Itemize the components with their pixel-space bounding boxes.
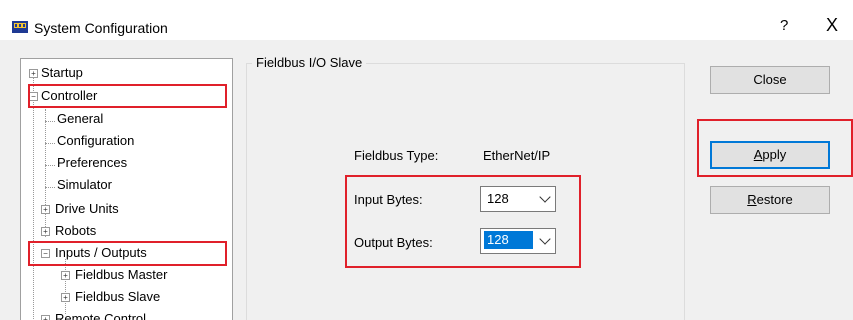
expand-plus-icon[interactable]: + xyxy=(61,293,70,302)
group-title: Fieldbus I/O Slave xyxy=(252,55,367,70)
highlight-byte-settings xyxy=(345,175,581,268)
tree-item-fieldbus-master[interactable]: Fieldbus Master xyxy=(75,265,167,285)
tree-line xyxy=(45,109,46,237)
tree-line xyxy=(65,259,66,314)
fieldbus-type-value: EtherNet/IP xyxy=(483,148,551,163)
help-button[interactable]: ? xyxy=(780,17,788,34)
close-button[interactable]: Close xyxy=(710,66,830,94)
restore-mnemonic: R xyxy=(747,192,757,207)
fieldbus-type-label: Fieldbus Type: xyxy=(354,148,439,163)
tree-item-robots[interactable]: Robots xyxy=(55,221,96,241)
tree-line xyxy=(45,143,55,144)
restore-button[interactable]: Restore xyxy=(710,186,830,214)
tree-item-startup[interactable]: Startup xyxy=(41,63,83,83)
title-bar: System Configuration ? X xyxy=(0,0,853,40)
tree-item-general[interactable]: General xyxy=(57,109,103,129)
tree-line xyxy=(33,73,34,320)
expand-plus-icon[interactable]: + xyxy=(41,205,50,214)
tree-line xyxy=(45,121,55,122)
tree-line xyxy=(45,165,55,166)
tree-item-configuration[interactable]: Configuration xyxy=(57,131,134,151)
tree-item-simulator[interactable]: Simulator xyxy=(57,175,112,195)
tree-item-preferences[interactable]: Preferences xyxy=(57,153,127,173)
app-icon xyxy=(12,21,28,33)
window-title: System Configuration xyxy=(34,20,168,36)
expand-plus-icon[interactable]: + xyxy=(29,69,38,78)
expand-plus-icon[interactable]: + xyxy=(41,227,50,236)
close-window-button[interactable]: X xyxy=(826,15,838,36)
restore-label-rest: estore xyxy=(756,192,793,207)
highlight-apply xyxy=(697,119,853,177)
tree-item-fieldbus-slave[interactable]: Fieldbus Slave xyxy=(75,287,160,307)
tree-line xyxy=(45,187,55,188)
expand-plus-icon[interactable]: + xyxy=(41,315,50,320)
expand-plus-icon[interactable]: + xyxy=(61,271,70,280)
tree-item-drive-units[interactable]: Drive Units xyxy=(55,199,119,219)
highlight-inputs-outputs xyxy=(28,241,227,266)
tree-item-remote-control[interactable]: Remote Control xyxy=(55,309,146,320)
highlight-controller xyxy=(28,84,227,108)
